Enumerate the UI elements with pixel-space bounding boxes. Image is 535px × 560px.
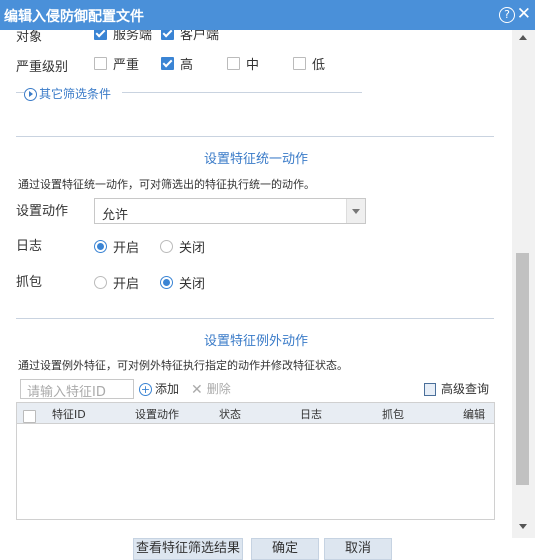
checkbox-icon <box>23 410 36 423</box>
radio-icon <box>160 240 173 253</box>
delete-button[interactable]: ✕ 删除 <box>191 380 231 398</box>
ok-button[interactable]: 确定 <box>251 538 319 560</box>
radio-icon <box>160 276 173 289</box>
exception-table: 特征ID 设置动作 状态 日志 抓包 编辑 <box>16 402 495 520</box>
table-header: 特征ID 设置动作 状态 日志 抓包 编辑 <box>17 403 494 424</box>
exception-description: 通过设置例外特征，可对例外特征执行指定的动作并修改特征状态。 <box>18 359 348 372</box>
query-icon <box>424 383 436 396</box>
column-header[interactable]: 日志 <box>300 406 322 422</box>
column-header[interactable]: 抓包 <box>382 406 404 422</box>
close-icon[interactable]: ✕ <box>517 4 531 24</box>
action-label: 设置动作 <box>16 204 69 219</box>
capture-option-on[interactable]: 开启 <box>94 273 139 292</box>
add-button[interactable]: + 添加 <box>139 380 179 397</box>
checkbox-icon <box>293 57 306 70</box>
checkbox-icon <box>227 57 240 70</box>
column-header[interactable]: 特征ID <box>52 406 86 422</box>
help-icon[interactable]: ? <box>499 7 515 23</box>
dialog-titlebar: 编辑入侵防御配置文件 ? ✕ <box>0 0 535 30</box>
view-filter-results-button[interactable]: 查看特征筛选结果 <box>133 538 243 560</box>
action-select-value: 允许 <box>102 208 129 223</box>
object-option-server[interactable]: 服务端 <box>94 30 152 43</box>
severity-option-medium[interactable]: 中 <box>227 54 259 73</box>
checkbox-icon <box>94 57 107 70</box>
section-divider <box>16 136 494 137</box>
expand-arrow-icon <box>24 88 37 101</box>
signature-id-search-input[interactable]: 请输入特征ID <box>20 379 134 400</box>
checkbox-icon <box>161 30 174 40</box>
object-label: 对象 <box>16 30 43 45</box>
scrollbar-thumb[interactable] <box>516 253 529 485</box>
radio-icon <box>94 276 107 289</box>
severity-label: 严重级别 <box>16 60 69 75</box>
divider <box>16 92 24 93</box>
other-filters-toggle[interactable]: 其它筛选条件 <box>24 85 111 102</box>
column-header[interactable]: 设置动作 <box>135 406 179 422</box>
column-header[interactable]: 编辑 <box>463 406 485 422</box>
cancel-button[interactable]: 取消 <box>324 538 392 560</box>
action-select[interactable]: 允许 <box>94 198 366 224</box>
log-option-off[interactable]: 关闭 <box>160 237 205 256</box>
radio-icon <box>94 240 107 253</box>
section-divider <box>16 318 494 319</box>
unified-action-description: 通过设置特征统一动作，可对筛选出的特征执行统一的动作。 <box>18 178 315 191</box>
severity-option-low[interactable]: 低 <box>293 54 325 73</box>
plus-icon: + <box>139 383 152 396</box>
column-header[interactable]: 状态 <box>219 406 241 422</box>
capture-label: 抓包 <box>16 275 43 290</box>
checkbox-icon <box>94 30 107 40</box>
object-option-client[interactable]: 客户端 <box>161 30 219 43</box>
divider <box>122 92 362 93</box>
dialog-title: 编辑入侵防御配置文件 <box>4 9 144 25</box>
severity-option-critical[interactable]: 严重 <box>94 54 139 73</box>
log-label: 日志 <box>16 239 43 254</box>
content-scrollbar[interactable] <box>512 30 535 538</box>
chevron-down-icon[interactable] <box>346 199 365 223</box>
severity-option-high[interactable]: 高 <box>161 54 193 73</box>
capture-option-off[interactable]: 关闭 <box>160 273 205 292</box>
scroll-down-icon[interactable] <box>519 524 527 529</box>
unified-action-title: 设置特征统一动作 <box>203 152 308 167</box>
scroll-up-icon[interactable] <box>519 35 527 40</box>
exception-title: 设置特征例外动作 <box>203 334 308 349</box>
advanced-query-button[interactable]: 高级查询 <box>424 380 489 397</box>
dialog-footer: 查看特征筛选结果 确定 取消 <box>0 538 535 560</box>
delete-x-icon: ✕ <box>191 381 203 398</box>
log-option-on[interactable]: 开启 <box>94 237 139 256</box>
checkbox-icon <box>161 57 174 70</box>
